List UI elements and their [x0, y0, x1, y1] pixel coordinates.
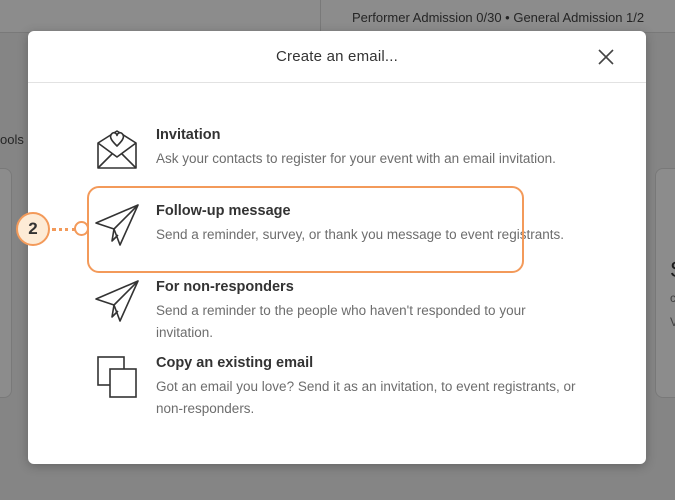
option-description: Got an email you love? Send it as an inv…	[156, 379, 576, 416]
option-description: Ask your contacts to register for your e…	[156, 151, 556, 166]
option-title: Copy an existing email	[156, 355, 314, 371]
option-title: For non-responders	[156, 279, 294, 295]
copy-icon	[94, 355, 140, 401]
callout-dot	[74, 221, 89, 236]
modal-title: Create an email...	[276, 48, 398, 65]
envelope-heart-icon	[94, 127, 140, 173]
paper-plane-icon	[94, 279, 140, 325]
callout-connector	[52, 228, 76, 231]
modal-header: Create an email...	[28, 31, 646, 83]
option-description: Send a reminder to the people who haven'…	[156, 303, 526, 340]
option-title: Invitation	[156, 127, 221, 143]
step-callout-badge: 2	[16, 212, 50, 246]
highlight-box	[87, 186, 524, 273]
close-icon[interactable]	[596, 47, 616, 67]
